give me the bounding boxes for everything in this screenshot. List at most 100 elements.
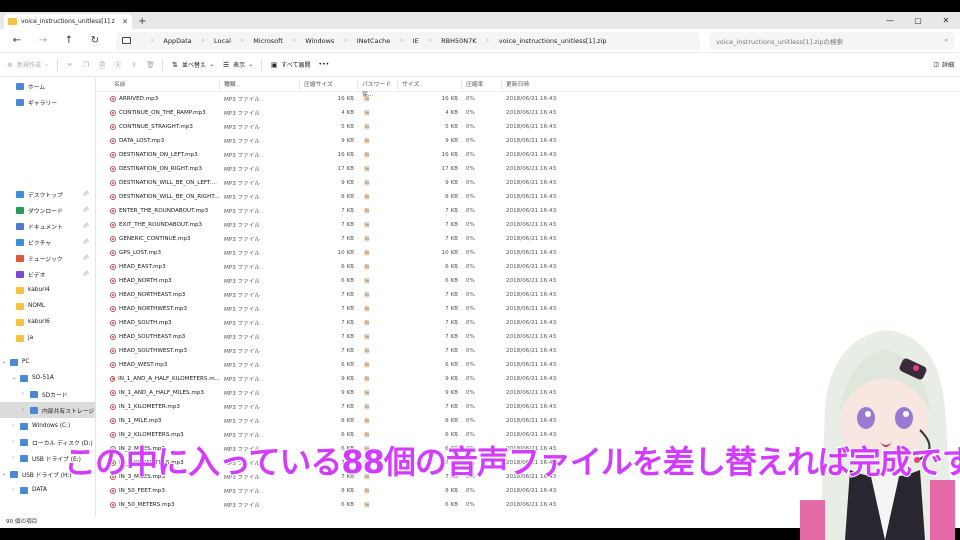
table-row[interactable]: CONTINUE_STRAIGHT.mp3 MP3 ファイル 5 KB 無 5 KB 0%…	[96, 120, 960, 134]
chevron-icon[interactable]: ›	[12, 487, 14, 493]
sidebar-item[interactable]: ja	[0, 330, 95, 346]
back-button[interactable]: ←	[6, 35, 28, 46]
share-button[interactable]: ⇪	[130, 61, 138, 69]
breadcrumb-inetcache[interactable]: INetCache	[357, 37, 391, 45]
more-button[interactable]: •••	[318, 61, 329, 68]
sidebar-item[interactable]: › Windows (C:)	[0, 418, 95, 434]
chevron-icon[interactable]: ›	[12, 423, 14, 429]
table-row[interactable]: CONTINUE_ON_THE_RAMP.mp3 MP3 ファイル 4 KB 無 4 K…	[96, 106, 960, 120]
sidebar-item[interactable]: ダウンロード 📌︎	[0, 202, 95, 218]
file-size: 7 KB	[445, 208, 458, 214]
column-compressed-size[interactable]: 圧縮サイズ	[300, 79, 358, 90]
column-password[interactable]: パスワード保...	[358, 79, 398, 98]
view-button[interactable]: ☰ 表示 ⌄	[222, 60, 253, 70]
table-row[interactable]: DESTINATION_ON_RIGHT.mp3 MP3 ファイル 17 KB 無 17…	[96, 162, 960, 176]
minimize-button[interactable]: —	[876, 12, 904, 29]
copy-button[interactable]: ❐	[82, 61, 90, 69]
table-row[interactable]: GENERIC_CONTINUE.mp3 MP3 ファイル 7 KB 無 7 KB 0% 2…	[96, 232, 960, 246]
breadcrumb-local[interactable]: Local	[214, 37, 231, 45]
close-tab-icon[interactable]: ✕	[122, 18, 128, 26]
table-row[interactable]: GPS_LOST.mp3 MP3 ファイル 10 KB 無 10 KB 0% 2018/06…	[96, 246, 960, 260]
table-row[interactable]: HEAD_EAST.mp3 MP3 ファイル 6 KB 無 6 KB 0% 2018/06/…	[96, 260, 960, 274]
chevron-icon[interactable]: ⌄	[2, 359, 6, 365]
file-type: MP3 ファイル	[224, 195, 260, 201]
sidebar-item[interactable]: ギャラリー	[0, 94, 95, 110]
paste-icon: 📋︎	[98, 60, 107, 69]
cut-button[interactable]: ✂	[66, 61, 74, 69]
sort-button[interactable]: ⇅ 並べ替え ⌄	[171, 60, 214, 70]
maximize-button[interactable]: ▢	[904, 12, 932, 29]
drive-icon	[30, 406, 38, 414]
file-name: DESTINATION_ON_RIGHT.mp3	[119, 166, 203, 172]
scissors-icon: ✂	[67, 60, 73, 69]
column-date[interactable]: 更新日時	[502, 80, 582, 90]
compression-ratio: 0%	[466, 166, 475, 172]
sidebar-item[interactable]: ⌄ SO-51A	[0, 370, 95, 386]
sidebar-item[interactable]: kaburi6	[0, 314, 95, 330]
sidebar-item[interactable]: ミュージック 📌︎	[0, 250, 95, 266]
file-name: IN_50_FEET.mp3	[119, 488, 165, 494]
paste-button[interactable]: 📋︎	[98, 60, 107, 69]
new-button[interactable]: ⊕ 新規作成 ⌄	[6, 60, 49, 70]
breadcrumb[interactable]: › AppData › Local › Microsoft › Windows …	[116, 31, 700, 50]
chevron-icon[interactable]: ⌄	[2, 471, 6, 477]
sidebar-item[interactable]: デスクトップ 📌︎	[0, 186, 95, 202]
table-row[interactable]: DESTINATION_ON_LEFT.mp3 MP3 ファイル 16 KB 無 16 …	[96, 148, 960, 162]
right-eye	[895, 407, 913, 429]
extract-all-button[interactable]: ▣ すべて展開	[270, 60, 311, 70]
rename-button[interactable]: Ⓐ	[114, 61, 122, 69]
chevron-icon[interactable]: ›	[12, 455, 14, 461]
close-window-button[interactable]: ✕	[932, 12, 960, 29]
file-size: 9 KB	[445, 138, 458, 144]
chevron-icon[interactable]: ›	[22, 407, 24, 413]
password-protected: 無	[364, 335, 370, 341]
table-row[interactable]: EXIT_THE_ROUNDABOUT.mp3 MP3 ファイル 7 KB 無 7 KB…	[96, 218, 960, 232]
tab-zip[interactable]: voice_instructions_unitless[1].z ✕	[4, 14, 132, 29]
sidebar-item[interactable]: ビデオ 📌︎	[0, 266, 95, 282]
table-row[interactable]: HEAD_NORTH.mp3 MP3 ファイル 6 KB 無 6 KB 0% 2018/06…	[96, 274, 960, 288]
table-row[interactable]: DESTINATION_WILL_BE_ON_LEFT.... MP3 ファイル 9…	[96, 176, 960, 190]
compression-ratio: 0%	[466, 96, 475, 102]
sidebar-item[interactable]: › 内部共有ストレージ	[0, 402, 95, 418]
up-button[interactable]: ↑	[58, 35, 80, 46]
file-name-cell: ENTER_THE_ROUNDABOUT.mp3	[110, 208, 220, 214]
column-ratio[interactable]: 圧縮率	[462, 79, 502, 90]
breadcrumb-microsoft[interactable]: Microsoft	[253, 37, 283, 45]
breadcrumb-rbh[interactable]: RBH50N7K	[441, 37, 476, 45]
compressed-size: 10 KB	[337, 250, 354, 256]
mp3-file-icon	[110, 96, 116, 102]
new-tab-button[interactable]: +	[138, 16, 146, 27]
table-row[interactable]: ARRIVED.mp3 MP3 ファイル 16 KB 無 16 KB 0% 2018/06/…	[96, 92, 960, 106]
chevron-icon[interactable]: ⌄	[12, 375, 16, 381]
sidebar-item[interactable]: ホーム	[0, 78, 95, 94]
table-row[interactable]: DATA_LOST.mp3 MP3 ファイル 9 KB 無 9 KB 0% 2018/06/…	[96, 134, 960, 148]
chevron-icon[interactable]: ›	[22, 391, 24, 397]
chevron-icon[interactable]: ›	[12, 439, 14, 445]
column-size[interactable]: サイズ	[398, 79, 462, 90]
compression-ratio: 0%	[466, 180, 475, 186]
sidebar-item[interactable]: kaburi4	[0, 282, 95, 298]
modified-date: 2018/06/21 16:43	[506, 278, 557, 284]
divider	[261, 58, 263, 71]
details-button[interactable]: ◫ 詳細	[933, 60, 954, 69]
sidebar-item[interactable]: › SDカード	[0, 386, 95, 402]
breadcrumb-zip[interactable]: voice_instructions_unitless[1].zip	[499, 37, 607, 45]
delete-button[interactable]: 🗑︎	[146, 61, 155, 69]
forward-button[interactable]: →	[32, 35, 54, 46]
search-box[interactable]: voice_instructions_unitless[1].zipの検索 ⌕	[710, 31, 954, 50]
table-row[interactable]: ENTER_THE_ROUNDABOUT.mp3 MP3 ファイル 7 KB 無 7 K…	[96, 204, 960, 218]
column-type[interactable]: 種類	[220, 79, 300, 90]
sidebar-item[interactable]: ドキュメント 📌︎	[0, 218, 95, 234]
table-row[interactable]: DESTINATION_WILL_BE_ON_RIGHT... MP3 ファイル 8…	[96, 190, 960, 204]
sidebar-item[interactable]: › DATA	[0, 482, 95, 498]
sidebar-item[interactable]: ピクチャ 📌︎	[0, 234, 95, 250]
compression-ratio: 0%	[466, 264, 475, 270]
sidebar-item[interactable]: NOML	[0, 298, 95, 314]
breadcrumb-ie[interactable]: IE	[413, 37, 419, 45]
sidebar-item[interactable]: ⌄ PC	[0, 354, 95, 370]
column-name[interactable]: 名前	[110, 79, 220, 90]
breadcrumb-appdata[interactable]: AppData	[163, 37, 191, 45]
refresh-button[interactable]: ↻	[84, 35, 106, 46]
sidebar-item-label: kaburi4	[28, 287, 50, 293]
breadcrumb-windows[interactable]: Windows	[305, 37, 334, 45]
